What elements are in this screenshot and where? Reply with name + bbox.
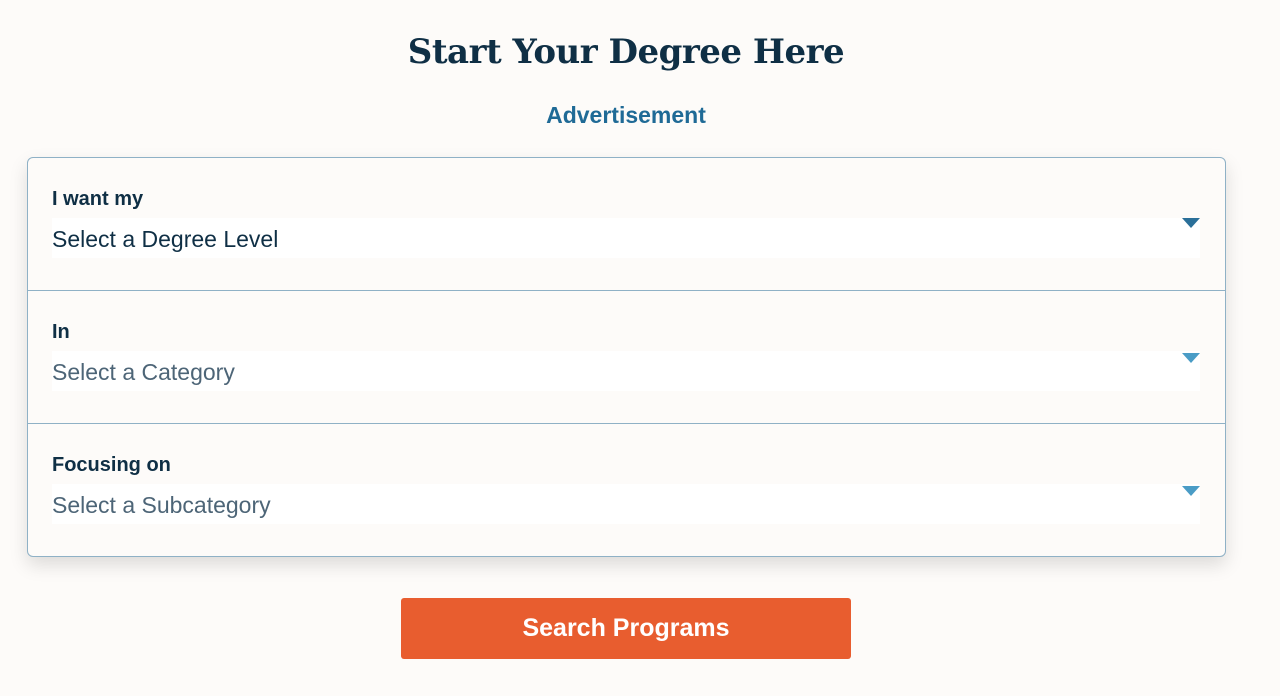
chevron-down-icon	[1182, 218, 1200, 228]
category-select[interactable]: Select a Category	[52, 351, 1200, 391]
category-label: In	[52, 321, 70, 343]
chevron-down-icon	[1182, 486, 1200, 496]
degree-level-value: Select a Degree Level	[52, 226, 279, 252]
degree-search-form: I want my Select a Degree Level In Selec…	[27, 157, 1226, 557]
degree-level-field: I want my Select a Degree Level	[28, 158, 1225, 291]
chevron-down-icon	[1182, 353, 1200, 363]
subcategory-field: Focusing on Select a Subcategory	[28, 424, 1225, 556]
page-title: Start Your Degree Here	[407, 32, 845, 72]
category-value: Select a Category	[52, 359, 235, 385]
category-field: In Select a Category	[28, 291, 1225, 424]
subcategory-value: Select a Subcategory	[52, 492, 271, 518]
degree-level-label: I want my	[52, 188, 144, 210]
search-programs-button[interactable]: Search Programs	[401, 598, 851, 659]
subcategory-label: Focusing on	[52, 454, 171, 476]
subcategory-select[interactable]: Select a Subcategory	[52, 484, 1200, 524]
advertisement-label: Advertisement	[546, 102, 706, 128]
degree-level-select[interactable]: Select a Degree Level	[52, 218, 1200, 258]
